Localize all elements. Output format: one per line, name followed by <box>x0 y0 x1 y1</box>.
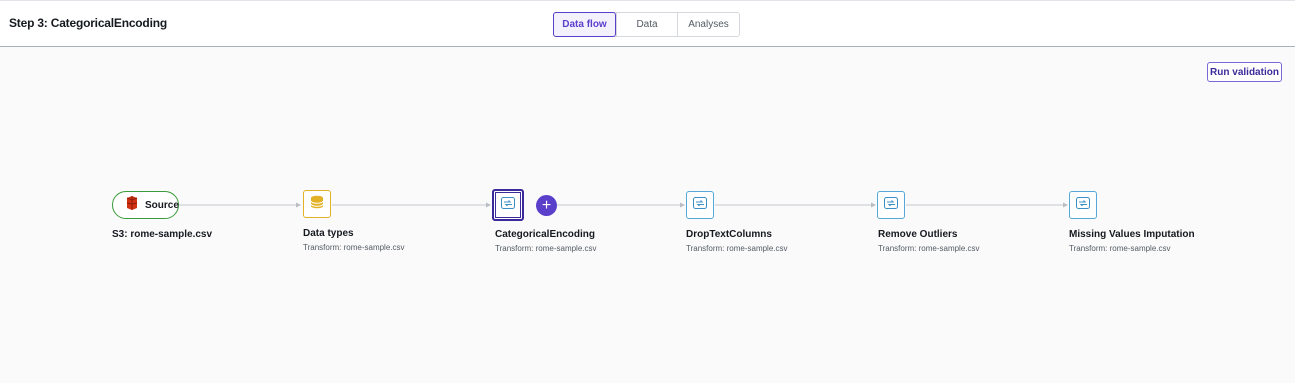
node-subtitle-missing-values-imputation: Transform: rome-sample.csv <box>1069 244 1171 253</box>
data-types-node[interactable] <box>303 190 331 218</box>
add-step-button[interactable]: + <box>536 195 557 216</box>
source-node[interactable]: Source <box>112 191 179 219</box>
remove-outliers-node[interactable] <box>877 191 905 219</box>
s3-bucket-icon <box>125 195 139 216</box>
node-title-categorical-encoding: CategoricalEncoding <box>495 229 596 240</box>
node-subtitle-drop-text-columns: Transform: rome-sample.csv <box>686 244 788 253</box>
node-title-data-types: Data types <box>303 228 354 239</box>
database-icon <box>309 194 325 215</box>
node-subtitle-remove-outliers: Transform: rome-sample.csv <box>878 244 980 253</box>
transform-icon <box>500 196 516 215</box>
node-title-missing-values-imputation: Missing Values Imputation <box>1069 229 1195 240</box>
node-subtitle-data-types: Transform: rome-sample.csv <box>303 243 405 252</box>
transform-icon <box>1075 196 1091 215</box>
node-subtitle-categorical-encoding: Transform: rome-sample.csv <box>495 244 597 253</box>
flow-edges <box>179 202 1068 208</box>
missing-values-imputation-node[interactable] <box>1069 191 1097 219</box>
source-title: S3: rome-sample.csv <box>112 229 213 240</box>
transform-icon <box>883 196 899 215</box>
source-label: Source <box>145 199 179 211</box>
node-title-drop-text-columns: DropTextColumns <box>686 229 772 240</box>
transform-icon <box>692 196 708 215</box>
categorical-encoding-node[interactable] <box>492 189 524 221</box>
drop-text-columns-node[interactable] <box>686 191 714 219</box>
node-title-remove-outliers: Remove Outliers <box>878 229 958 240</box>
